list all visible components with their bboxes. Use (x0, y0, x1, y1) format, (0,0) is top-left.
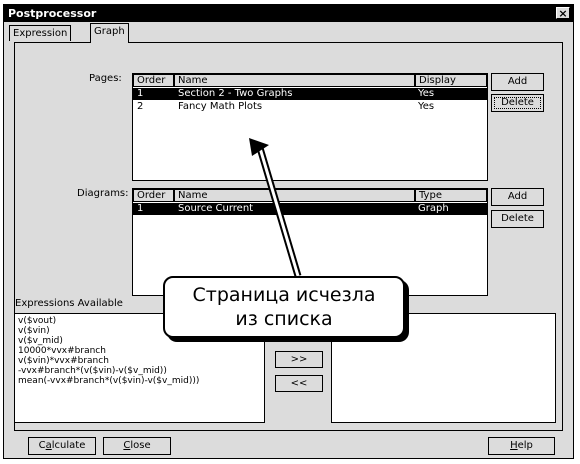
close-icon[interactable]: × (556, 7, 570, 20)
page-order: 1 (137, 88, 144, 99)
page-name: Fancy Math Plots (178, 101, 263, 112)
page-name: Section 2 - Two Graphs (178, 88, 293, 99)
page-display: Yes (418, 88, 435, 99)
diagrams-col-order[interactable]: Order (133, 189, 174, 202)
page-order: 2 (137, 101, 144, 112)
annotation-line2: из списка (235, 308, 333, 330)
list-item[interactable]: mean(-vvx#branch*(v($vin)-v($v_mid))) (18, 376, 261, 386)
calculate-button[interactable]: Calculate (28, 437, 96, 455)
help-label: Help (510, 440, 533, 451)
annotation-callout: Страница исчезла из списка (163, 276, 405, 338)
window-title: Postprocessor (8, 7, 97, 20)
list-item[interactable]: v($vin)*vvx#branch (18, 356, 261, 366)
page-display: Yes (418, 101, 435, 112)
expressions-label: Expressions Available (15, 298, 123, 309)
diagram-type: Graph (418, 203, 449, 214)
table-row[interactable]: 1 Source Current Graph (133, 203, 487, 215)
pages-col-name[interactable]: Name (174, 74, 415, 87)
pages-list[interactable]: Order Name Display 1 Section 2 - Two Gra… (132, 73, 488, 181)
move-right-button[interactable]: >> (275, 351, 323, 368)
pages-label: Pages: (89, 73, 122, 84)
move-left-button[interactable]: << (275, 375, 323, 392)
list-item[interactable]: 10000*vvx#branch (18, 346, 261, 356)
diagrams-label: Diagrams: (77, 188, 129, 199)
diagrams-delete-button[interactable]: Delete (491, 210, 544, 228)
close-button[interactable]: Close (103, 437, 171, 455)
diagram-name: Source Current (178, 203, 254, 214)
table-row[interactable]: 1 Section 2 - Two Graphs Yes (133, 88, 487, 100)
close-label: Close (123, 440, 151, 451)
tab-graph-label: Graph (94, 26, 125, 37)
diagrams-col-type[interactable]: Type (415, 189, 487, 202)
pages-add-button[interactable]: Add (491, 73, 544, 91)
calculate-label: Calculate (38, 440, 86, 451)
list-item[interactable]: -vvx#branch*(v($vin)-v($v_mid)) (18, 366, 261, 376)
tab-expression[interactable]: Expression (9, 25, 72, 41)
diagrams-col-name[interactable]: Name (174, 189, 415, 202)
pages-delete-button[interactable]: Delete (491, 94, 544, 112)
table-row[interactable]: 2 Fancy Math Plots Yes (133, 101, 487, 113)
tab-graph[interactable]: Graph (90, 23, 129, 43)
help-button[interactable]: Help (488, 437, 555, 455)
diagrams-add-button[interactable]: Add (491, 188, 544, 206)
pages-col-display[interactable]: Display (415, 74, 487, 87)
pages-col-order[interactable]: Order (133, 74, 174, 87)
postprocessor-window: Postprocessor × Expression Graph Pages: … (3, 4, 574, 459)
title-bar: Postprocessor × (4, 5, 573, 22)
diagram-order: 1 (137, 203, 144, 214)
annotation-line1: Страница исчезла (192, 284, 376, 306)
tab-expression-label: Expression (13, 28, 68, 39)
